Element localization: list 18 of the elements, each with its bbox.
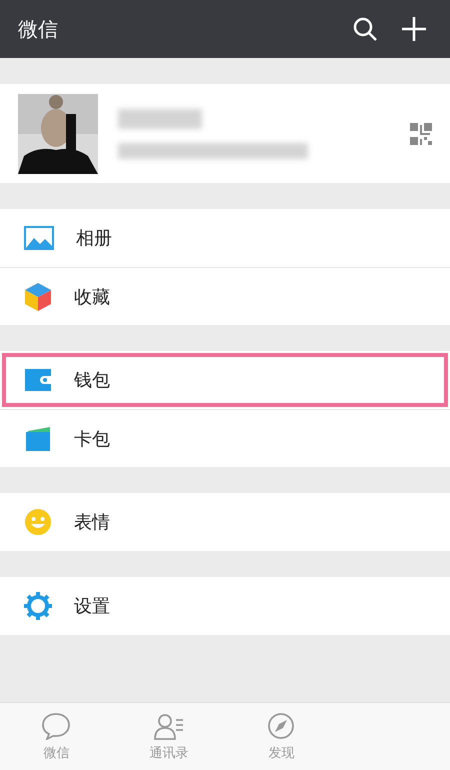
menu-item[interactable]: 卡包 (0, 409, 450, 467)
menu-item[interactable]: 钱包 (0, 351, 450, 409)
app-title: 微信 (18, 16, 59, 42)
contacts-icon (152, 712, 185, 740)
profile-card[interactable] (0, 84, 450, 183)
compass-icon (267, 712, 296, 740)
menu-item[interactable]: 收藏 (0, 267, 450, 325)
picture-icon (24, 226, 54, 250)
menu-item[interactable]: 设置 (0, 577, 450, 635)
cube-icon (24, 282, 52, 312)
wallet-icon (24, 368, 52, 392)
settings-icon (24, 592, 52, 620)
menu-item[interactable]: 相册 (0, 209, 450, 267)
qr-code-icon[interactable] (410, 122, 432, 144)
card-icon (24, 426, 52, 452)
menu-item[interactable]: 表情 (0, 493, 450, 551)
speech-bubble-icon (41, 712, 72, 740)
smiley-icon (24, 508, 52, 536)
